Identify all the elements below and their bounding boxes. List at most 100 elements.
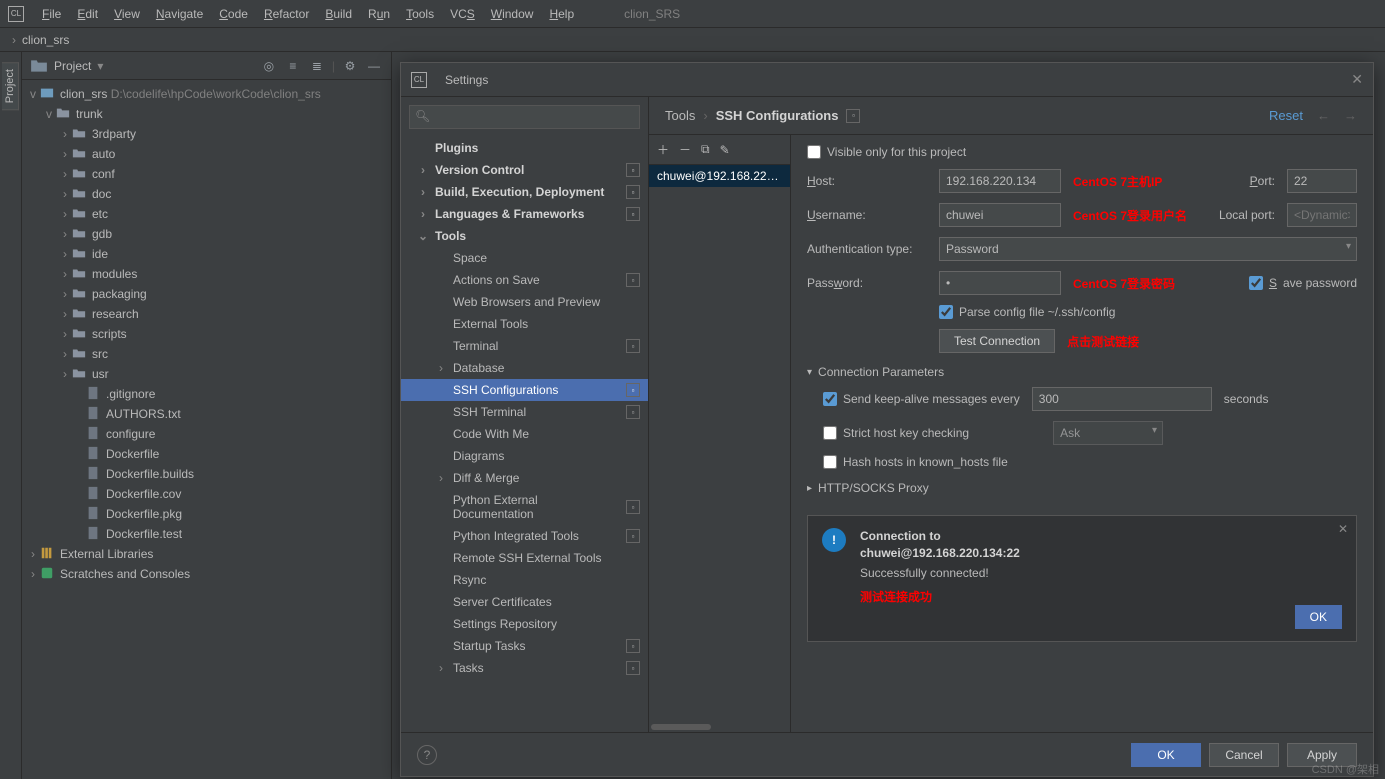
tree-folder[interactable]: ›ide [22, 244, 391, 264]
tree-folder[interactable]: ›packaging [22, 284, 391, 304]
settings-category[interactable]: Python External Documentation▫ [401, 489, 648, 525]
tree-folder[interactable]: ›scripts [22, 324, 391, 344]
settings-category[interactable]: External Tools [401, 313, 648, 335]
save-password-checkbox[interactable]: Save password [1249, 276, 1357, 290]
tree-scratches[interactable]: › Scratches and Consoles [22, 564, 391, 584]
tree-folder[interactable]: ›doc [22, 184, 391, 204]
settings-category[interactable]: Server Certificates [401, 591, 648, 613]
menu-vcs[interactable]: VCS [444, 5, 481, 23]
collapse-all-icon[interactable]: ≣ [308, 57, 326, 75]
hide-icon[interactable]: — [365, 57, 383, 75]
tree-file[interactable]: configure [22, 424, 391, 444]
menu-help[interactable]: Help [543, 5, 580, 23]
tree-file[interactable]: .gitignore [22, 384, 391, 404]
add-icon[interactable]: ＋ [657, 141, 669, 158]
settings-category[interactable]: ›Build, Execution, Deployment▫ [401, 181, 648, 203]
test-connection-button[interactable]: Test Connection [939, 329, 1055, 353]
menu-code[interactable]: Code [213, 5, 254, 23]
copy-icon[interactable]: ⧉ [701, 142, 710, 157]
tree-file[interactable]: AUTHORS.txt [22, 404, 391, 424]
connection-params-header[interactable]: ▾ Connection Parameters [807, 365, 1357, 379]
tree-folder[interactable]: ›modules [22, 264, 391, 284]
menu-refactor[interactable]: Refactor [258, 5, 315, 23]
settings-category[interactable]: ›Database [401, 357, 648, 379]
close-icon[interactable]: ✕ [1351, 71, 1363, 88]
nav-back-icon[interactable]: ← [1317, 108, 1330, 123]
settings-category[interactable]: Python Integrated Tools▫ [401, 525, 648, 547]
breadcrumb-item[interactable]: clion_srs [22, 33, 69, 47]
notice-close-icon[interactable]: ✕ [1338, 522, 1348, 536]
visible-only-checkbox[interactable]: Visible only for this project [807, 145, 966, 159]
tree-file[interactable]: Dockerfile [22, 444, 391, 464]
tree-folder[interactable]: ›research [22, 304, 391, 324]
menu-navigate[interactable]: Navigate [150, 5, 209, 23]
settings-category[interactable]: Remote SSH External Tools [401, 547, 648, 569]
settings-category[interactable]: Settings Repository [401, 613, 648, 635]
expand-all-icon[interactable]: ≡ [284, 57, 302, 75]
password-input[interactable] [939, 271, 1061, 295]
project-tree[interactable]: v clion_srs D:\codelife\hpCode\workCode\… [22, 80, 391, 779]
settings-category[interactable]: ›Languages & Frameworks▫ [401, 203, 648, 225]
target-icon[interactable]: ◎ [260, 57, 278, 75]
gear-icon[interactable]: ⚙ [341, 57, 359, 75]
settings-category[interactable]: ›Diff & Merge [401, 467, 648, 489]
settings-category[interactable]: ⌄Tools [401, 225, 648, 247]
settings-category[interactable]: Rsync [401, 569, 648, 591]
tree-folder[interactable]: ›usr [22, 364, 391, 384]
username-input[interactable] [939, 203, 1061, 227]
host-input[interactable] [939, 169, 1061, 193]
settings-category[interactable]: Terminal▫ [401, 335, 648, 357]
tree-file[interactable]: Dockerfile.builds [22, 464, 391, 484]
reset-link[interactable]: Reset [1269, 108, 1303, 123]
tree-folder[interactable]: ›src [22, 344, 391, 364]
menu-run[interactable]: Run [362, 5, 396, 23]
keepalive-input[interactable] [1032, 387, 1212, 411]
tree-file[interactable]: Dockerfile.test [22, 524, 391, 544]
settings-categories[interactable]: Plugins›Version Control▫›Build, Executio… [401, 137, 648, 732]
tree-folder[interactable]: ›conf [22, 164, 391, 184]
nav-forward-icon[interactable]: → [1344, 108, 1357, 123]
tree-file[interactable]: Dockerfile.cov [22, 484, 391, 504]
help-icon[interactable]: ? [417, 745, 437, 765]
horizontal-scrollbar[interactable] [649, 724, 790, 732]
strict-host-checkbox[interactable]: Strict host key checking [823, 426, 969, 440]
tree-folder[interactable]: ›3rdparty [22, 124, 391, 144]
tree-folder[interactable]: ›gdb [22, 224, 391, 244]
settings-category[interactable]: Actions on Save▫ [401, 269, 648, 291]
settings-category[interactable]: Startup Tasks▫ [401, 635, 648, 657]
auth-type-select[interactable]: Password [939, 237, 1357, 261]
keepalive-checkbox[interactable]: Send keep-alive messages every [823, 392, 1020, 406]
parse-config-checkbox[interactable]: Parse config file ~/.ssh/config [939, 305, 1115, 319]
edit-icon[interactable]: ✎ [720, 143, 730, 157]
tree-trunk[interactable]: v trunk [22, 104, 391, 124]
menu-window[interactable]: Window [485, 5, 540, 23]
settings-category[interactable]: Web Browsers and Preview [401, 291, 648, 313]
settings-category[interactable]: Code With Me [401, 423, 648, 445]
dropdown-icon[interactable]: ▾ [97, 59, 103, 73]
settings-category[interactable]: SSH Terminal▫ [401, 401, 648, 423]
tree-folder[interactable]: ›auto [22, 144, 391, 164]
project-tool-tab[interactable]: Project [2, 62, 19, 110]
settings-category[interactable]: Diagrams [401, 445, 648, 467]
proxy-header[interactable]: ▸ HTTP/SOCKS Proxy [807, 481, 1357, 495]
remove-icon[interactable]: － [679, 141, 691, 158]
settings-category[interactable]: SSH Configurations▫ [401, 379, 648, 401]
notice-ok-button[interactable]: OK [1295, 605, 1342, 629]
settings-category[interactable]: ›Version Control▫ [401, 159, 648, 181]
tree-project-root[interactable]: v clion_srs D:\codelife\hpCode\workCode\… [22, 84, 391, 104]
hash-hosts-checkbox[interactable]: Hash hosts in known_hosts file [823, 455, 1008, 469]
ok-button[interactable]: OK [1131, 743, 1201, 767]
menu-edit[interactable]: Edit [71, 5, 104, 23]
menu-view[interactable]: View [108, 5, 146, 23]
settings-category[interactable]: ›Tasks▫ [401, 657, 648, 679]
ssh-config-item[interactable]: chuwei@192.168.220.1 [649, 165, 790, 187]
tree-file[interactable]: Dockerfile.pkg [22, 504, 391, 524]
apply-button[interactable]: Apply [1287, 743, 1357, 767]
settings-search-input[interactable] [409, 105, 640, 129]
menu-tools[interactable]: Tools [400, 5, 440, 23]
port-input[interactable] [1287, 169, 1357, 193]
settings-category[interactable]: Space [401, 247, 648, 269]
menu-file[interactable]: File [36, 5, 67, 23]
menu-build[interactable]: Build [319, 5, 358, 23]
cancel-button[interactable]: Cancel [1209, 743, 1279, 767]
